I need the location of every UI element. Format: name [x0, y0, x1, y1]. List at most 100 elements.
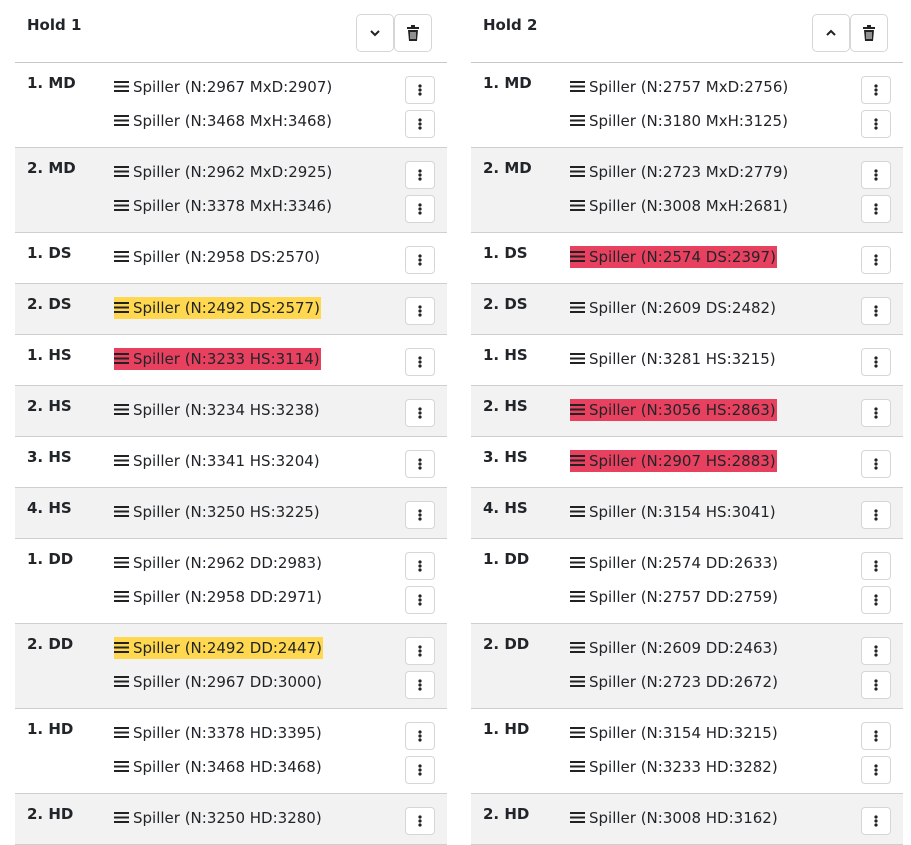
player-menu-button[interactable]	[861, 807, 891, 835]
drag-handle-icon[interactable]	[570, 757, 585, 779]
drag-handle-icon[interactable]	[114, 808, 129, 830]
player-menu-button[interactable]	[861, 399, 891, 427]
player-entry[interactable]: Spiller (N:2609 DD:2463)	[570, 637, 779, 659]
drag-handle-icon[interactable]	[114, 196, 129, 218]
player-menu-button[interactable]	[861, 722, 891, 750]
player-entry[interactable]: Spiller (N:3056 HS:2863)	[570, 399, 777, 421]
player-menu-button[interactable]	[861, 552, 891, 580]
player-entry[interactable]: Spiller (N:2967 MxD:2907)	[114, 76, 333, 98]
drag-handle-icon[interactable]	[114, 162, 129, 184]
player-menu-button[interactable]	[861, 76, 891, 104]
player-menu-button[interactable]	[405, 348, 435, 376]
player-menu-button[interactable]	[861, 348, 891, 376]
player-menu-button[interactable]	[405, 246, 435, 274]
player-entry[interactable]: Spiller (N:2757 MxD:2756)	[570, 76, 789, 98]
player-entry[interactable]: Spiller (N:2757 DD:2759)	[570, 586, 779, 608]
player-menu-button[interactable]	[405, 722, 435, 750]
player-entry[interactable]: Spiller (N:3233 HD:3282)	[570, 756, 779, 778]
collapse-toggle-button[interactable]	[356, 14, 394, 52]
player-entry[interactable]: Spiller (N:2609 DS:2482)	[570, 297, 777, 319]
player-entry[interactable]: Spiller (N:2958 DS:2570)	[114, 246, 321, 268]
player-menu-button[interactable]	[405, 161, 435, 189]
player-menu-button[interactable]	[405, 671, 435, 699]
drag-handle-icon[interactable]	[114, 723, 129, 745]
drag-handle-icon[interactable]	[114, 502, 129, 524]
drag-handle-icon[interactable]	[114, 349, 129, 371]
drag-handle-icon[interactable]	[570, 672, 585, 694]
drag-handle-icon[interactable]	[570, 400, 585, 422]
player-menu-button[interactable]	[405, 756, 435, 784]
drag-handle-icon[interactable]	[114, 587, 129, 609]
player-entry[interactable]: Spiller (N:2962 DD:2983)	[114, 552, 323, 574]
player-menu-button[interactable]	[405, 807, 435, 835]
player-entry[interactable]: Spiller (N:3008 MxH:2681)	[570, 195, 789, 217]
player-entry[interactable]: Spiller (N:2574 DD:2633)	[570, 552, 779, 574]
player-entry[interactable]: Spiller (N:3378 HD:3395)	[114, 722, 323, 744]
drag-handle-icon[interactable]	[114, 451, 129, 473]
delete-team-button[interactable]	[394, 14, 432, 52]
player-entry[interactable]: Spiller (N:3180 MxH:3125)	[570, 110, 789, 132]
player-menu-button[interactable]	[861, 110, 891, 138]
player-entry[interactable]: Spiller (N:2492 DD:2447)	[114, 637, 323, 659]
player-entry[interactable]: Spiller (N:3468 MxH:3468)	[114, 110, 333, 132]
player-menu-button[interactable]	[405, 110, 435, 138]
player-menu-button[interactable]	[405, 637, 435, 665]
player-menu-button[interactable]	[861, 637, 891, 665]
drag-handle-icon[interactable]	[114, 638, 129, 660]
player-entry[interactable]: Spiller (N:2492 DS:2577)	[114, 297, 321, 319]
player-menu-button[interactable]	[861, 195, 891, 223]
player-menu-button[interactable]	[861, 297, 891, 325]
player-entry[interactable]: Spiller (N:3341 HS:3204)	[114, 450, 321, 472]
player-menu-button[interactable]	[405, 297, 435, 325]
player-entry[interactable]: Spiller (N:3154 HS:3041)	[570, 501, 777, 523]
drag-handle-icon[interactable]	[114, 247, 129, 269]
player-entry[interactable]: Spiller (N:2723 MxD:2779)	[570, 161, 789, 183]
player-entry[interactable]: Spiller (N:2723 DD:2672)	[570, 671, 779, 693]
drag-handle-icon[interactable]	[114, 77, 129, 99]
drag-handle-icon[interactable]	[570, 349, 585, 371]
player-menu-button[interactable]	[861, 756, 891, 784]
player-menu-button[interactable]	[861, 586, 891, 614]
player-menu-button[interactable]	[405, 450, 435, 478]
player-entry[interactable]: Spiller (N:3233 HS:3114)	[114, 348, 321, 370]
player-menu-button[interactable]	[861, 161, 891, 189]
player-menu-button[interactable]	[405, 195, 435, 223]
player-menu-button[interactable]	[405, 552, 435, 580]
drag-handle-icon[interactable]	[114, 111, 129, 133]
drag-handle-icon[interactable]	[570, 77, 585, 99]
drag-handle-icon[interactable]	[114, 298, 129, 320]
player-entry[interactable]: Spiller (N:2907 HS:2883)	[570, 450, 777, 472]
player-menu-button[interactable]	[861, 450, 891, 478]
collapse-toggle-button[interactable]	[812, 14, 850, 52]
drag-handle-icon[interactable]	[570, 162, 585, 184]
drag-handle-icon[interactable]	[114, 400, 129, 422]
player-entry[interactable]: Spiller (N:3281 HS:3215)	[570, 348, 777, 370]
player-menu-button[interactable]	[405, 586, 435, 614]
player-menu-button[interactable]	[861, 671, 891, 699]
drag-handle-icon[interactable]	[114, 757, 129, 779]
drag-handle-icon[interactable]	[570, 723, 585, 745]
drag-handle-icon[interactable]	[570, 553, 585, 575]
drag-handle-icon[interactable]	[114, 672, 129, 694]
drag-handle-icon[interactable]	[570, 111, 585, 133]
player-entry[interactable]: Spiller (N:3234 HS:3238)	[114, 399, 321, 421]
drag-handle-icon[interactable]	[570, 502, 585, 524]
drag-handle-icon[interactable]	[570, 587, 585, 609]
player-menu-button[interactable]	[861, 501, 891, 529]
drag-handle-icon[interactable]	[570, 638, 585, 660]
drag-handle-icon[interactable]	[570, 298, 585, 320]
player-entry[interactable]: Spiller (N:3378 MxH:3346)	[114, 195, 333, 217]
player-menu-button[interactable]	[405, 399, 435, 427]
player-menu-button[interactable]	[405, 501, 435, 529]
player-entry[interactable]: Spiller (N:3008 HD:3162)	[570, 807, 779, 829]
player-entry[interactable]: Spiller (N:2962 MxD:2925)	[114, 161, 333, 183]
drag-handle-icon[interactable]	[570, 247, 585, 269]
drag-handle-icon[interactable]	[114, 553, 129, 575]
drag-handle-icon[interactable]	[570, 196, 585, 218]
player-menu-button[interactable]	[861, 246, 891, 274]
player-entry[interactable]: Spiller (N:3250 HS:3225)	[114, 501, 321, 523]
player-entry[interactable]: Spiller (N:2574 DS:2397)	[570, 246, 777, 268]
delete-team-button[interactable]	[850, 14, 888, 52]
player-entry[interactable]: Spiller (N:3154 HD:3215)	[570, 722, 779, 744]
player-entry[interactable]: Spiller (N:2967 DD:3000)	[114, 671, 323, 693]
